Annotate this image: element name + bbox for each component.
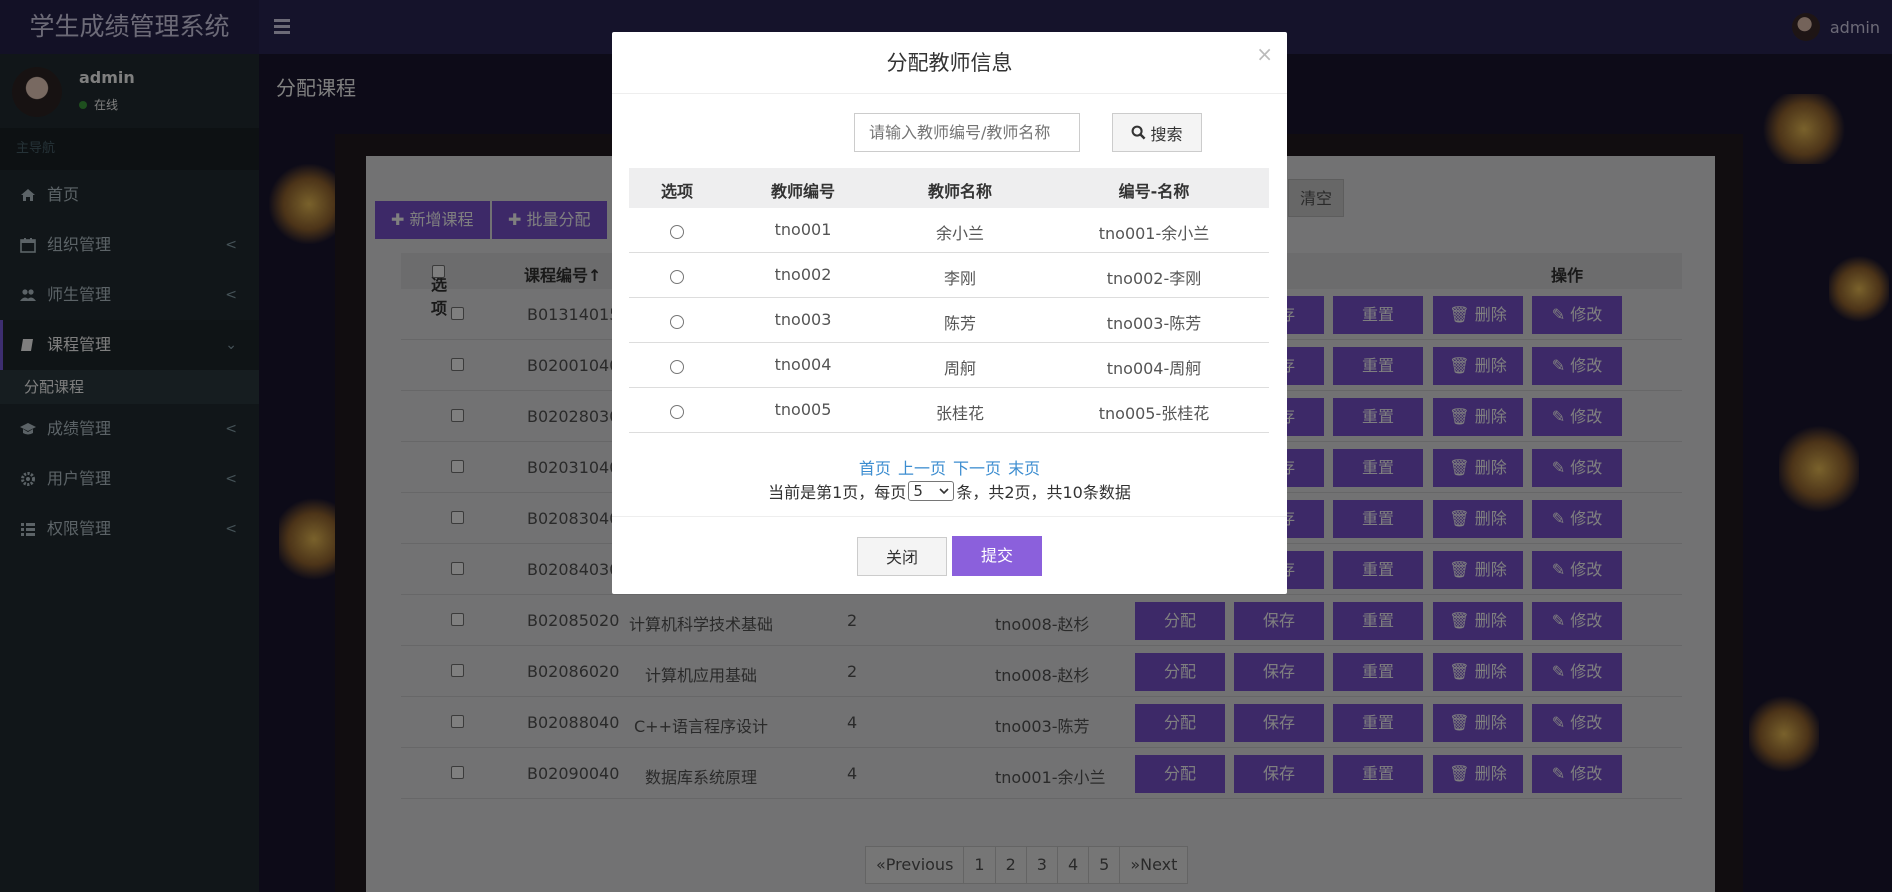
close-icon[interactable]: × <box>1256 42 1273 66</box>
modal-pager-info: 当前是第1页，每页 5 条，共2页，共10条数据 <box>612 479 1287 503</box>
header-teacher-name: 教师名称 <box>927 182 993 201</box>
teacher-row[interactable]: tno001 余小兰 tno001-余小兰 <box>629 208 1269 253</box>
teacher-table: 选项 教师编号 教师名称 编号-名称 tno001 余小兰 tno001-余小兰 tn… <box>629 168 1269 433</box>
teacher-no: tno004 <box>774 355 832 374</box>
teacher-radio[interactable] <box>670 405 684 419</box>
search-button-label: 搜索 <box>1150 124 1183 144</box>
page-size-value: 5 <box>913 482 923 500</box>
teacher-radio[interactable] <box>670 315 684 329</box>
teacher-radio[interactable] <box>670 270 684 284</box>
header-teacher-no: 教师编号 <box>770 182 836 201</box>
first-page-link[interactable]: 首页 <box>859 459 891 478</box>
teacher-name: 李刚 <box>943 269 977 288</box>
assign-teacher-modal: 分配教师信息 × 搜索 选项 教师编号 教师名称 编号-名称 tno001 余小兰… <box>612 32 1287 594</box>
search-button[interactable]: 搜索 <box>1112 113 1202 152</box>
page-size-select[interactable]: 5 <box>908 481 955 501</box>
close-button[interactable]: 关闭 <box>857 537 947 576</box>
prev-page-link[interactable]: 上一页 <box>898 459 946 478</box>
teacher-name: 周舸 <box>943 359 977 378</box>
submit-button[interactable]: 提交 <box>952 536 1042 576</box>
teacher-table-header: 选项 教师编号 教师名称 编号-名称 <box>629 168 1269 208</box>
teacher-no-name: tno003-陈芳 <box>1106 314 1202 333</box>
header-no-name: 编号-名称 <box>1118 182 1190 201</box>
modal-pager-links: 首页 上一页 下一页 末页 <box>612 455 1287 479</box>
teacher-no: tno005 <box>774 400 832 419</box>
teacher-search-input[interactable] <box>854 113 1080 152</box>
teacher-no-name: tno004-周舸 <box>1106 359 1202 378</box>
teacher-radio[interactable] <box>670 360 684 374</box>
teacher-name: 陈芳 <box>943 314 977 333</box>
search-icon <box>1132 125 1146 140</box>
teacher-rows: tno001 余小兰 tno001-余小兰 tno002 李刚 tno002-李刚 tno0… <box>629 208 1269 433</box>
modal-footer-divider <box>612 516 1287 517</box>
teacher-row[interactable]: tno004 周舸 tno004-周舸 <box>629 343 1269 388</box>
next-page-link[interactable]: 下一页 <box>953 459 1001 478</box>
teacher-no-name: tno002-李刚 <box>1106 269 1202 288</box>
header-select: 选项 <box>660 182 694 201</box>
teacher-no: tno003 <box>774 310 832 329</box>
teacher-no-name: tno005-张桂花 <box>1098 404 1210 423</box>
last-page-link[interactable]: 末页 <box>1008 459 1040 478</box>
teacher-row[interactable]: tno005 张桂花 tno005-张桂花 <box>629 388 1269 433</box>
teacher-name: 张桂花 <box>935 404 985 423</box>
teacher-row[interactable]: tno002 李刚 tno002-李刚 <box>629 253 1269 298</box>
modal-title: 分配教师信息 <box>612 32 1287 94</box>
chevron-down-icon <box>939 488 949 495</box>
teacher-no: tno001 <box>774 220 832 239</box>
teacher-no: tno002 <box>774 265 832 284</box>
pager-info-prefix: 当前是第1页，每页 <box>768 483 907 502</box>
teacher-no-name: tno001-余小兰 <box>1098 224 1210 243</box>
teacher-name: 余小兰 <box>935 224 985 243</box>
teacher-row[interactable]: tno003 陈芳 tno003-陈芳 <box>629 298 1269 343</box>
teacher-radio[interactable] <box>670 225 684 239</box>
pager-info-suffix: 条，共2页，共10条数据 <box>956 483 1131 502</box>
